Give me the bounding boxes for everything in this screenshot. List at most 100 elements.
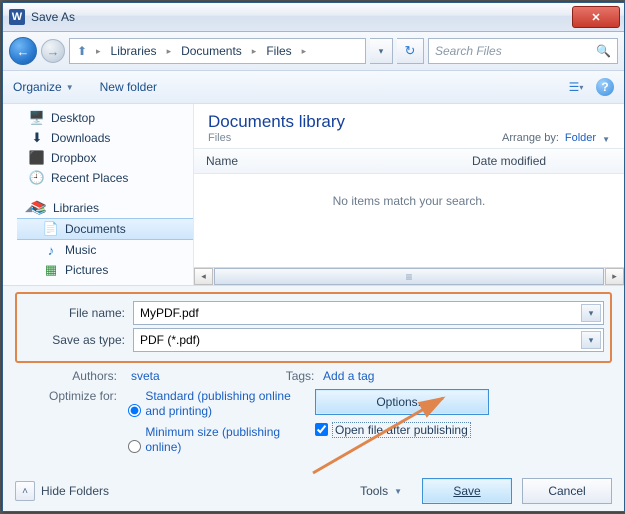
word-icon: W: [9, 9, 25, 25]
search-icon: 🔍: [596, 44, 611, 58]
sidebar-item-pictures[interactable]: ▦ Pictures: [17, 260, 193, 280]
window-title: Save As: [31, 10, 572, 24]
breadcrumb[interactable]: Files: [262, 42, 295, 60]
hide-folders-button[interactable]: ˄ Hide Folders: [15, 481, 109, 501]
new-folder-label: New folder: [100, 80, 157, 94]
sidebar-item-desktop[interactable]: 🖥️ Desktop: [3, 108, 193, 128]
sidebar-item-label: Recent Places: [51, 171, 128, 185]
arrange-by[interactable]: Arrange by: Folder ▼: [502, 112, 610, 144]
column-name[interactable]: Name: [194, 154, 460, 168]
chevron-down-icon[interactable]: ▾: [581, 331, 601, 349]
new-folder-button[interactable]: New folder: [100, 80, 157, 94]
chevron-down-icon: ▼: [66, 83, 74, 92]
checkbox-input[interactable]: [315, 423, 328, 436]
scroll-thumb[interactable]: ≡: [214, 268, 604, 285]
folder-icon: 🖥️: [29, 110, 45, 126]
sidebar-item-label: Pictures: [65, 263, 108, 277]
save-as-dialog: W Save As ✕ ← → ⬆ ▸ Libraries ▸ Document…: [2, 2, 625, 512]
expand-icon: ◢: [25, 203, 32, 214]
options-button-label: Options...: [376, 395, 427, 409]
sidebar-item-label: Downloads: [51, 131, 110, 145]
chevron-down-icon: ▼: [602, 135, 610, 144]
dialog-body: 🖥️ Desktop ⬇ Downloads ⬛ Dropbox 🕘Recent Place…: [3, 104, 624, 286]
search-input[interactable]: Search Files 🔍: [428, 38, 618, 64]
open-after-label: Open file after publishing: [332, 422, 471, 438]
organize-label: Organize: [13, 80, 62, 94]
sidebar-item-dropbox[interactable]: ⬛ Dropbox: [3, 148, 193, 168]
chevron-right-icon: ▸: [167, 46, 172, 57]
filetype-value: PDF (*.pdf): [140, 333, 200, 347]
column-headers: Name Date modified: [194, 148, 624, 174]
address-dropdown[interactable]: ▾: [370, 38, 393, 64]
refresh-button[interactable]: ↻: [397, 38, 424, 64]
cancel-label: Cancel: [548, 484, 585, 498]
filename-input[interactable]: MyPDF.pdf ▾: [133, 301, 604, 325]
refresh-icon: ↻: [405, 43, 416, 59]
tags-value[interactable]: Add a tag: [323, 369, 374, 383]
sidebar-item-label: Documents: [65, 222, 126, 236]
back-button[interactable]: ←: [9, 37, 37, 65]
arrow-right-icon: →: [47, 44, 60, 59]
libraries-icon: 📚: [31, 200, 47, 216]
radio-input[interactable]: [128, 404, 141, 417]
dialog-footer: ˄ Hide Folders Tools ▼ Save Cancel: [3, 471, 624, 511]
sidebar-group-libraries[interactable]: ◢ 📚 Libraries: [17, 198, 193, 218]
breadcrumb[interactable]: Documents: [177, 42, 246, 60]
toolbar: Organize ▼ New folder ☰▾ ?: [3, 71, 624, 104]
options-row: Optimize for: Standard (publishing onlin…: [15, 389, 612, 461]
radio-input[interactable]: [128, 440, 141, 453]
organize-menu[interactable]: Organize ▼: [13, 80, 74, 94]
search-placeholder: Search Files: [435, 44, 502, 58]
folder-icon: ⬇: [29, 130, 45, 146]
title-bar: W Save As ✕: [3, 3, 624, 32]
breadcrumb[interactable]: Libraries: [107, 42, 161, 60]
filetype-select[interactable]: PDF (*.pdf) ▾: [133, 328, 604, 352]
column-date[interactable]: Date modified: [460, 154, 624, 168]
help-button[interactable]: ?: [596, 78, 614, 96]
horizontal-scrollbar[interactable]: ◂ ≡ ▸: [194, 267, 624, 285]
chevron-right-icon: ▸: [252, 46, 257, 57]
authors-value[interactable]: sveta: [131, 369, 160, 383]
chevron-right-icon: ▸: [302, 46, 307, 57]
folder-icon: ⬛: [29, 150, 45, 166]
library-icon: ▦: [43, 262, 59, 278]
scroll-left-icon[interactable]: ◂: [194, 268, 213, 285]
view-button[interactable]: ☰▾: [566, 77, 586, 97]
optimize-minimum-radio[interactable]: Minimum size (publishing online): [128, 425, 295, 455]
forward-button[interactable]: →: [41, 39, 65, 63]
chevron-right-icon: ▸: [96, 46, 101, 57]
sidebar-item-label: Music: [65, 243, 96, 257]
optimize-minimum-label: Minimum size (publishing online): [145, 425, 295, 455]
save-button[interactable]: Save: [422, 478, 512, 504]
sidebar-item-music[interactable]: ♪ Music: [17, 240, 193, 260]
chevron-down-icon[interactable]: ▾: [581, 304, 601, 322]
authors-label: Authors:: [15, 369, 125, 383]
tools-menu[interactable]: Tools ▼: [360, 484, 402, 498]
library-icon: 📄: [43, 221, 59, 237]
scroll-right-icon[interactable]: ▸: [605, 268, 624, 285]
navigation-sidebar: 🖥️ Desktop ⬇ Downloads ⬛ Dropbox 🕘Recent Place…: [3, 104, 194, 285]
optimize-standard-label: Standard (publishing online and printing…: [145, 389, 295, 419]
arrange-value: Folder: [565, 132, 596, 144]
view-icon: ☰: [569, 80, 580, 94]
filetype-label: Save as type:: [23, 333, 133, 347]
sidebar-item-documents[interactable]: 📄 Documents: [17, 218, 193, 240]
close-button[interactable]: ✕: [572, 6, 620, 28]
sidebar-item-label: Desktop: [51, 111, 95, 125]
options-button[interactable]: Options...: [315, 389, 489, 415]
cancel-button[interactable]: Cancel: [522, 478, 612, 504]
filename-label: File name:: [23, 306, 133, 320]
sidebar-item-downloads[interactable]: ⬇ Downloads: [3, 128, 193, 148]
sidebar-item-recent-places[interactable]: 🕘Recent Places: [3, 168, 193, 188]
optimize-label: Optimize for:: [15, 389, 125, 403]
open-after-checkbox[interactable]: Open file after publishing: [315, 423, 612, 437]
sidebar-group-label: Libraries: [53, 201, 99, 215]
optimize-standard-radio[interactable]: Standard (publishing online and printing…: [128, 389, 295, 419]
chevron-down-icon: ▾: [579, 83, 583, 92]
library-icon: ♪: [43, 242, 59, 258]
breadcrumb-bar[interactable]: ⬆ ▸ Libraries ▸ Documents ▸ Files ▸: [69, 38, 366, 64]
tags-label: Tags:: [286, 369, 315, 383]
arrange-label: Arrange by:: [502, 132, 559, 144]
sidebar-item-label: Dropbox: [51, 151, 96, 165]
address-bar: ← → ⬆ ▸ Libraries ▸ Documents ▸ Files ▸ …: [3, 32, 624, 71]
